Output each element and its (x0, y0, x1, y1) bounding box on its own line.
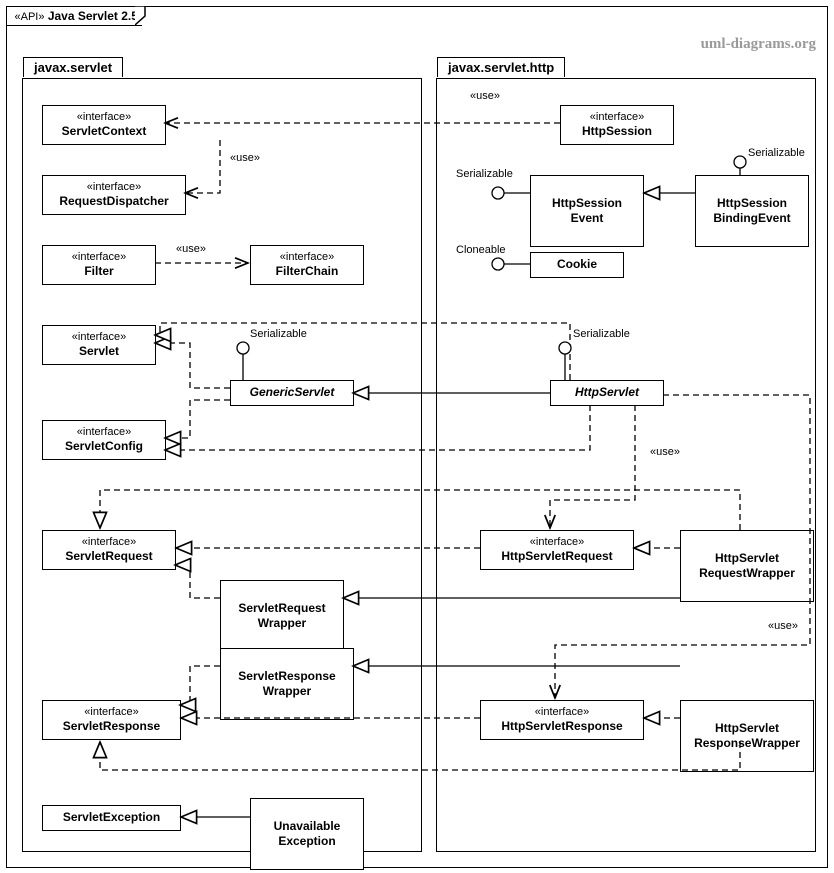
class-http-servlet-response-wrapper: HttpServlet ResponseWrapper (680, 700, 814, 772)
class-http-servlet-request: «interface» HttpServletRequest (480, 530, 634, 570)
frame-stereo: «API» (15, 11, 45, 23)
edge-label-use2: «use» (230, 152, 260, 164)
lollipop-cloneable: Cloneable (456, 244, 506, 256)
diagram-canvas: «API» Java Servlet 2.5 uml-diagrams.org … (0, 0, 834, 873)
frame-title: Java Servlet 2.5 (48, 9, 138, 23)
class-servlet-response-wrapper: ServletResponse Wrapper (220, 648, 354, 720)
class-servlet-config: «interface» ServletConfig (42, 420, 166, 460)
class-http-servlet-response: «interface» HttpServletResponse (480, 700, 644, 740)
class-filter-chain: «interface» FilterChain (250, 245, 364, 285)
class-http-servlet-request-wrapper: HttpServlet RequestWrapper (680, 530, 814, 602)
class-servlet: «interface» Servlet (42, 325, 156, 365)
class-unavailable-exception: Unavailable Exception (250, 798, 364, 870)
lollipop-serializable-gs: Serializable (250, 328, 307, 340)
class-http-session: «interface» HttpSession (560, 105, 674, 145)
class-cookie: Cookie (530, 252, 624, 278)
edge-label-use4: «use» (650, 446, 680, 458)
edge-label-use1: «use» (470, 90, 500, 102)
class-servlet-request: «interface» ServletRequest (42, 530, 176, 570)
class-servlet-exception: ServletException (42, 805, 181, 831)
class-servlet-response: «interface» ServletResponse (42, 700, 181, 740)
lollipop-serializable-hsbe: Serializable (748, 147, 805, 159)
edge-label-use3: «use» (176, 243, 206, 255)
class-http-session-event: HttpSession Event (530, 175, 644, 247)
package-label-http: javax.servlet.http (437, 57, 565, 77)
class-request-dispatcher: «interface» RequestDispatcher (42, 175, 186, 215)
class-http-session-binding-event: HttpSession BindingEvent (695, 175, 809, 247)
edge-label-use5: «use» (768, 620, 798, 632)
lollipop-serializable-hse: Serializable (456, 168, 513, 180)
lollipop-serializable-hs: Serializable (573, 328, 630, 340)
class-servlet-context: «interface» ServletContext (42, 105, 166, 145)
watermark: uml-diagrams.org (701, 36, 816, 53)
class-generic-servlet: GenericServlet (230, 380, 354, 406)
class-servlet-request-wrapper: ServletRequest Wrapper (220, 580, 344, 652)
package-label-servlet: javax.servlet (23, 57, 123, 77)
class-http-servlet: HttpServlet (550, 380, 664, 406)
class-filter: «interface» Filter (42, 245, 156, 285)
